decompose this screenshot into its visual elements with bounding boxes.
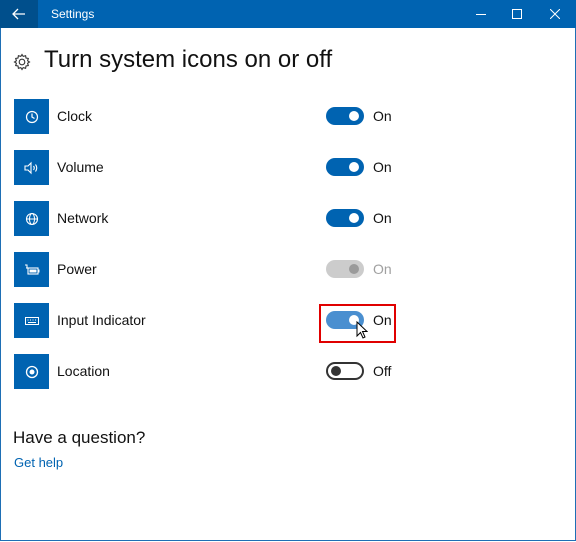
toggle-state: On [373, 108, 392, 124]
keyboard-icon [14, 303, 49, 338]
setting-label: Network [57, 210, 109, 226]
minimize-icon [476, 14, 486, 15]
close-button[interactable] [537, 0, 573, 28]
minimize-button[interactable] [463, 0, 499, 28]
window-title: Settings [51, 7, 95, 21]
toggle-state: On [373, 210, 392, 226]
location-icon [14, 354, 49, 389]
title-bar: Settings [0, 0, 576, 28]
power-toggle [326, 260, 364, 278]
setting-label: Volume [57, 159, 104, 175]
setting-label: Clock [57, 108, 93, 124]
gear-icon [13, 53, 31, 71]
volume-icon [14, 150, 49, 185]
toggle-knob [349, 111, 359, 121]
setting-row-clock: Clock On [14, 99, 414, 134]
toggle-state: Off [373, 363, 392, 379]
toggle-knob [349, 264, 359, 274]
network-icon [14, 201, 49, 236]
page-title: Turn system icons on or off [44, 46, 333, 73]
back-arrow-icon [12, 8, 25, 20]
clock-icon [14, 99, 49, 134]
toggle-state: On [373, 159, 392, 175]
close-icon [550, 9, 560, 19]
maximize-button[interactable] [499, 0, 535, 28]
back-button[interactable] [0, 0, 38, 28]
setting-row-volume: Volume On [14, 150, 414, 185]
volume-toggle[interactable] [326, 158, 364, 176]
get-help-link[interactable]: Get help [14, 455, 63, 470]
setting-row-location: Location Off [14, 354, 414, 389]
help-heading: Have a question? [13, 428, 146, 447]
network-toggle[interactable] [326, 209, 364, 227]
setting-label: Input Indicator [57, 312, 146, 328]
maximize-icon [512, 9, 522, 19]
setting-label: Location [57, 363, 110, 379]
toggle-knob [349, 213, 359, 223]
toggle-knob [331, 366, 341, 376]
clock-toggle[interactable] [326, 107, 364, 125]
setting-row-power: Power On [14, 252, 414, 287]
toggle-state: On [373, 261, 392, 277]
toggle-knob [349, 162, 359, 172]
power-icon [14, 252, 49, 287]
location-toggle[interactable] [326, 362, 364, 380]
setting-row-network: Network On [14, 201, 414, 236]
setting-label: Power [57, 261, 97, 277]
mouse-cursor-icon [356, 321, 368, 339]
